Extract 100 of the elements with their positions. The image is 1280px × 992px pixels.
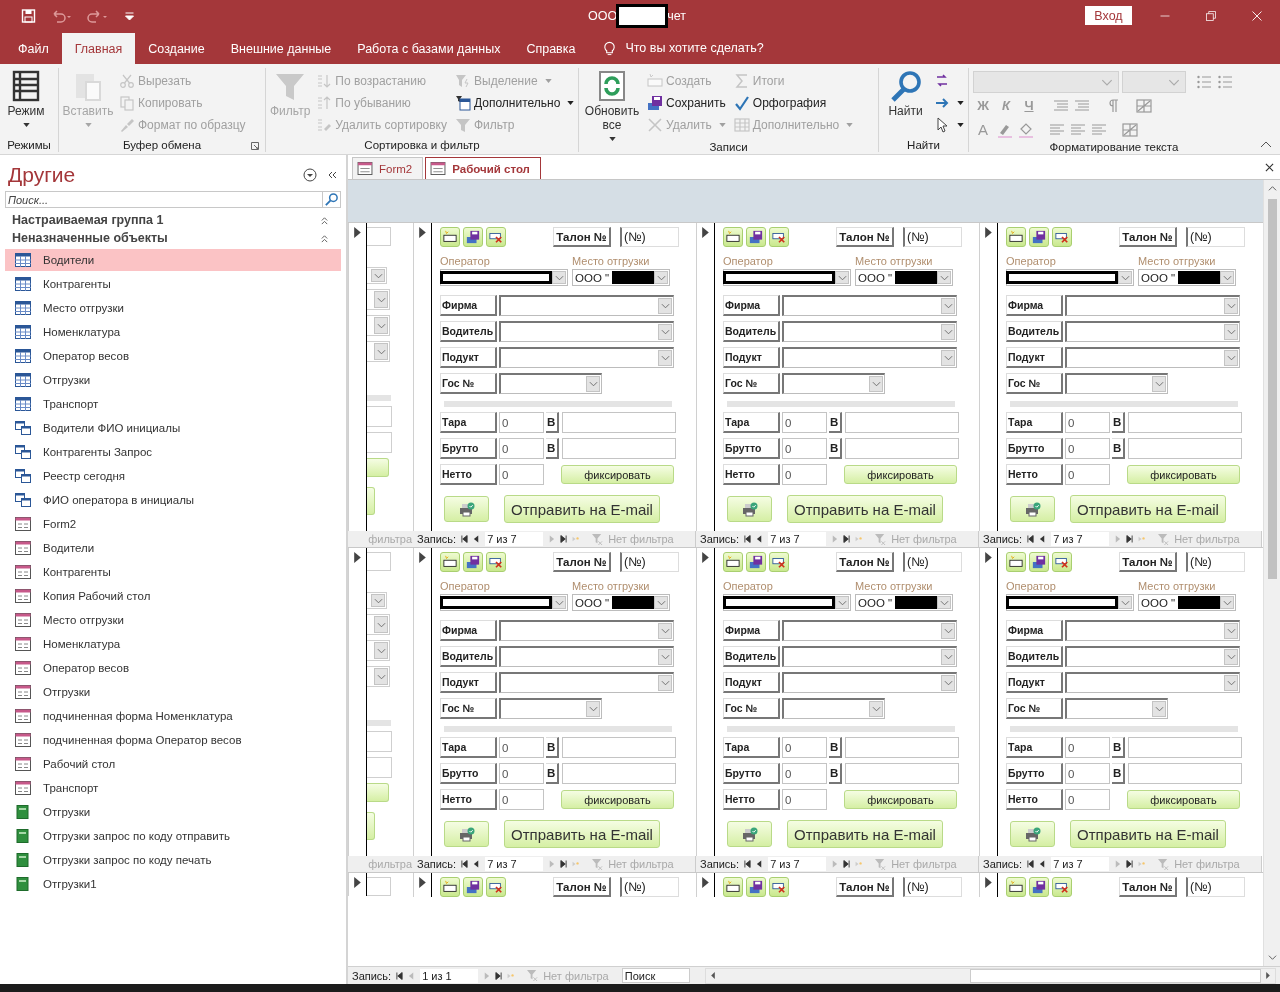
print-button[interactable]: [1010, 496, 1055, 522]
delete-record-button[interactable]: [769, 552, 789, 572]
dropdown-field[interactable]: [499, 620, 674, 641]
place-dropdown[interactable]: ООО ": [855, 269, 953, 286]
print-button[interactable]: [727, 496, 772, 522]
ribbon-tab[interactable]: Работа с базами данных: [344, 33, 514, 64]
place-dropdown[interactable]: ООО ": [572, 594, 670, 611]
fill-bucket-icon[interactable]: [1018, 121, 1034, 138]
weight-field[interactable]: 0: [782, 412, 827, 433]
fix-button[interactable]: фиксировать: [561, 790, 674, 809]
navigation-item[interactable]: Оператор весов: [5, 345, 341, 367]
new-record-button[interactable]: [440, 227, 460, 247]
place-dropdown[interactable]: ООО ": [855, 594, 953, 611]
print-button[interactable]: [444, 496, 489, 522]
navigation-item[interactable]: Реестр сегодня: [5, 465, 341, 487]
navigation-item[interactable]: Контрагенты: [5, 561, 341, 583]
text-field[interactable]: [562, 737, 676, 758]
navigation-item[interactable]: подчиненная форма Оператор весов: [5, 729, 341, 751]
place-dropdown[interactable]: ООО ": [1138, 269, 1236, 286]
first-record-icon[interactable]: [1027, 535, 1035, 543]
new-record-button[interactable]: [1006, 227, 1026, 247]
weight-field[interactable]: 0: [1065, 789, 1110, 810]
record-selector-icon[interactable]: [354, 877, 361, 888]
text-field[interactable]: [367, 227, 391, 246]
group-header[interactable]: Неназначенные объекты: [5, 229, 341, 247]
fix-button[interactable]: фиксировать: [561, 465, 674, 484]
save-record-button[interactable]: [1029, 552, 1049, 572]
ticket-number-field[interactable]: (№): [1186, 877, 1245, 897]
collapse-ribbon-icon[interactable]: [1260, 140, 1272, 148]
last-record-icon[interactable]: [495, 971, 503, 980]
dropdown-field[interactable]: [499, 295, 674, 316]
delete-record-button[interactable]: [1052, 227, 1072, 247]
last-record-icon[interactable]: [1126, 860, 1134, 868]
weight-field[interactable]: 0: [499, 412, 544, 433]
ribbon-button[interactable]: Дополнительно: [455, 92, 575, 114]
delete-record-button[interactable]: [486, 877, 506, 897]
ticket-number-field[interactable]: (№): [620, 227, 679, 247]
print-button[interactable]: [1010, 821, 1055, 847]
dropdown-field[interactable]: [782, 373, 885, 394]
scroll-thumb[interactable]: [969, 968, 1261, 983]
text-field[interactable]: [1128, 763, 1242, 784]
last-record-icon[interactable]: [560, 860, 568, 868]
new-record-button[interactable]: [723, 552, 743, 572]
navigation-item[interactable]: Водители: [5, 249, 341, 271]
scroll-thumb[interactable]: [1267, 199, 1277, 579]
close-icon[interactable]: [1265, 163, 1274, 172]
operator-dropdown[interactable]: [1006, 594, 1134, 611]
ribbon-tab[interactable]: Справка: [513, 33, 589, 64]
text-field[interactable]: [562, 412, 676, 433]
dialog-launcher-icon[interactable]: [251, 142, 259, 150]
weight-field[interactable]: 0: [782, 438, 827, 459]
operator-dropdown[interactable]: [1006, 269, 1134, 286]
save-icon[interactable]: [20, 8, 37, 24]
gridlines-icon[interactable]: [1122, 121, 1138, 138]
save-record-button[interactable]: [746, 877, 766, 897]
operator-dropdown[interactable]: [440, 594, 568, 611]
first-record-icon[interactable]: [396, 971, 404, 980]
delete-record-button[interactable]: [769, 877, 789, 897]
first-record-icon[interactable]: [744, 860, 752, 868]
record-selector-icon[interactable]: [419, 552, 426, 563]
ticket-number-field[interactable]: (№): [1186, 552, 1245, 572]
dropdown-field[interactable]: [1065, 698, 1168, 719]
horizontal-scrollbar[interactable]: [704, 967, 1276, 984]
record-selector-icon[interactable]: [354, 227, 361, 238]
weight-field[interactable]: 0: [499, 438, 544, 459]
ticket-number-field[interactable]: (№): [903, 227, 962, 247]
redo-icon[interactable]: [85, 8, 109, 24]
weight-field[interactable]: 0: [1065, 438, 1110, 459]
dropdown-field[interactable]: [782, 347, 957, 368]
new-record-button[interactable]: [723, 877, 743, 897]
ticket-number-field[interactable]: (№): [1186, 227, 1245, 247]
record-selector-icon[interactable]: [354, 552, 361, 563]
navigation-item[interactable]: Form2: [5, 513, 341, 535]
text-field[interactable]: [562, 438, 676, 459]
send-email-button[interactable]: Отправить на E-mail: [504, 820, 660, 848]
dropdown-field[interactable]: [499, 321, 674, 342]
navigation-item[interactable]: Контрагенты Запрос: [5, 441, 341, 463]
gridlines-icon[interactable]: [1136, 97, 1152, 114]
search-icon[interactable]: [323, 191, 341, 208]
dropdown-field[interactable]: [499, 347, 674, 368]
weight-field[interactable]: 0: [782, 464, 827, 485]
previous-record-icon[interactable]: [1039, 535, 1047, 543]
text-field[interactable]: [367, 757, 392, 778]
navigation-item[interactable]: Отгрузки запрос по коду печать: [5, 849, 341, 871]
weight-field[interactable]: 0: [499, 789, 544, 810]
operator-dropdown[interactable]: [723, 594, 851, 611]
navigation-item[interactable]: ФИО оператора в инициалы: [5, 489, 341, 511]
text-field[interactable]: [1128, 438, 1242, 459]
text-field[interactable]: [367, 877, 391, 896]
first-record-icon[interactable]: [461, 860, 469, 868]
text-field[interactable]: [1128, 737, 1242, 758]
send-email-button[interactable]: Отправить на E-mail: [1070, 820, 1226, 848]
ticket-number-field[interactable]: (№): [903, 552, 962, 572]
print-button[interactable]: [444, 821, 489, 847]
fix-button[interactable]: фиксировать: [1127, 790, 1240, 809]
weight-field[interactable]: 0: [782, 789, 827, 810]
previous-record-icon[interactable]: [1039, 860, 1047, 868]
record-selector-icon[interactable]: [419, 877, 426, 888]
dropdown-field[interactable]: [782, 620, 957, 641]
fix-button[interactable]: фиксировать: [844, 465, 957, 484]
